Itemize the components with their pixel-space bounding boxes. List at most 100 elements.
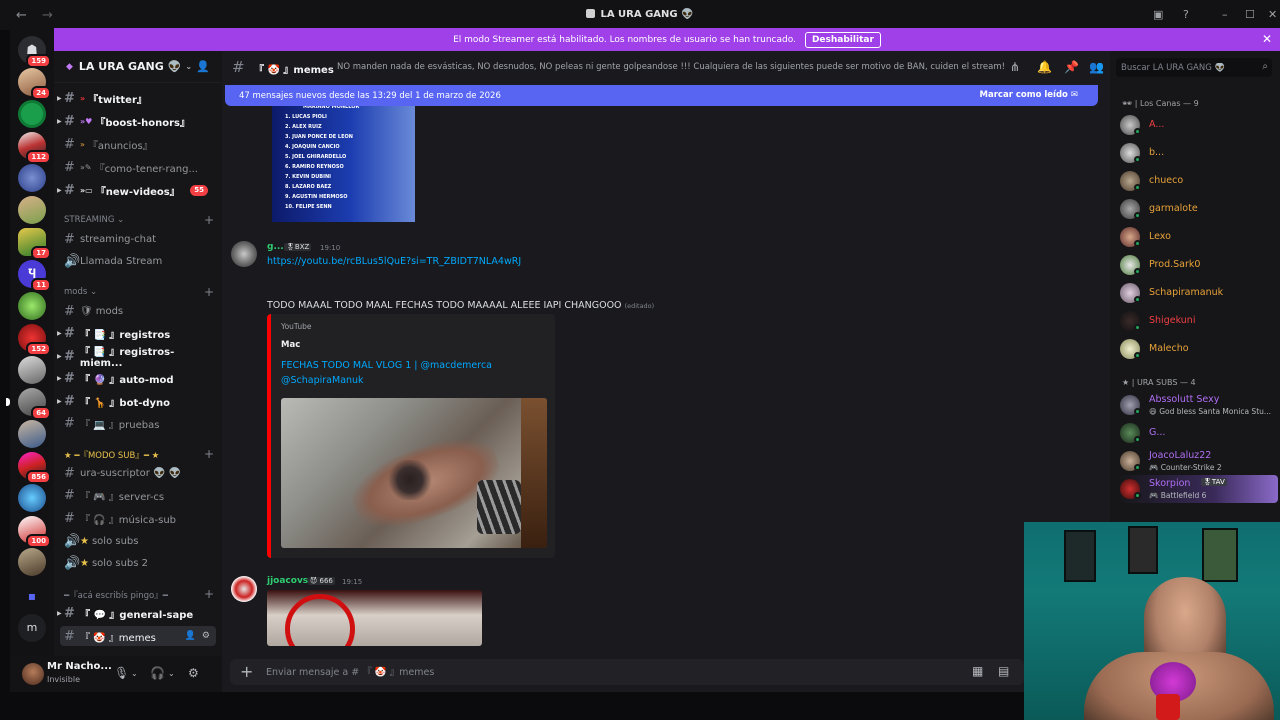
embed-provider[interactable]: YouTube — [281, 322, 312, 331]
bell-icon[interactable]: 🔔 — [1037, 60, 1052, 74]
minimize-icon[interactable]: – — [1222, 8, 1228, 21]
microphone-icon[interactable]: 🎙 — [114, 666, 129, 680]
server-avatar[interactable]: 100 — [18, 516, 51, 548]
voice-channel-solo-subs-2[interactable]: 🔊 ★ solo subs 2 — [60, 553, 216, 573]
member-item[interactable]: Skorpion 🎖TAV 🎮 Battlefield 6 — [1118, 475, 1278, 503]
member-item[interactable]: JoacoLaluz22 🎮 Counter-Strike 2 — [1118, 447, 1278, 475]
server-avatar[interactable]: 17 — [18, 228, 51, 260]
inbox-icon[interactable]: ▣ — [1153, 8, 1163, 21]
mark-as-read-button[interactable]: Marcar como leído ✉ — [980, 90, 1078, 100]
channel-mods[interactable]: # 🛡 mods — [60, 301, 216, 321]
disable-streamer-button[interactable]: Deshabilitar — [804, 31, 881, 48]
author-name[interactable]: g... — [267, 242, 284, 252]
member-item[interactable]: Shigekuni — [1118, 307, 1278, 335]
channel-memes[interactable]: # 『 🤡 』memes 👤 ⚙ — [60, 626, 216, 646]
server-avatar[interactable]: 152 — [18, 324, 51, 356]
chevron-down-icon[interactable]: ⌄ — [168, 669, 175, 678]
channel-registros-miembros[interactable]: ▶ # 『 📑 』registros-miem... — [57, 346, 216, 369]
channel-pruebas[interactable]: # 『 💻 』pruebas — [60, 413, 216, 433]
server-avatar[interactable] — [18, 164, 46, 192]
server-avatar[interactable] — [18, 356, 46, 384]
video-thumbnail[interactable] — [281, 398, 547, 548]
channel-server-cs[interactable]: # 『 🎮 』server-cs — [60, 485, 216, 505]
lineup-image[interactable]: MARIANO MONLLOR 1. LUCAS PIOLI 2. ALEX RUI… — [272, 106, 415, 222]
chevron-down-icon[interactable]: ⌄ — [131, 669, 138, 678]
embed-author[interactable]: Mac — [281, 340, 300, 350]
member-item[interactable]: Malecho — [1118, 335, 1278, 363]
channel-new-videos[interactable]: ▶ # »▭ 『new-videos』 55 — [57, 180, 216, 200]
server-avatar[interactable]: 856 — [18, 452, 51, 484]
add-channel-icon[interactable]: + — [204, 285, 214, 299]
attach-plus-icon[interactable]: + — [240, 662, 253, 681]
voice-channel-llamada-stream[interactable]: 🔊 Llamada Stream — [60, 251, 216, 271]
channel-como-tener-rango[interactable]: # »✎ 『como-tener-rang... — [60, 157, 216, 177]
server-avatar[interactable] — [18, 420, 46, 448]
category-modo-sub[interactable]: ★ ━『MODO SUB』━ ★ + — [64, 447, 214, 461]
voice-channel-solo-subs[interactable]: 🔊 ★ solo subs — [60, 531, 216, 551]
embed-title[interactable]: FECHAS TODO MAL VLOG 1 | @macdemerca @Sc… — [281, 358, 541, 388]
channel-ura-suscriptor[interactable]: # ura-suscriptor 👽 👽 — [60, 463, 216, 483]
server-avatar[interactable] — [18, 548, 46, 576]
add-channel-icon[interactable]: + — [204, 213, 214, 227]
member-item[interactable]: Abssolutt Sexy 😄 God bless Santa Monica S… — [1118, 391, 1278, 419]
search-input[interactable] — [1121, 60, 1251, 75]
member-item[interactable]: Schapiramanuk — [1118, 279, 1278, 307]
author-avatar[interactable] — [231, 576, 257, 602]
category-streaming[interactable]: STREAMING ⌄ + — [64, 213, 214, 227]
folder-icon[interactable]: ▪ — [18, 582, 46, 610]
channel-anuncios[interactable]: #» 『anuncios』 — [60, 134, 216, 154]
pin-icon[interactable]: 📌 — [1064, 60, 1079, 74]
help-icon[interactable]: ? — [1183, 8, 1189, 21]
gear-icon[interactable]: ⚙ — [202, 631, 210, 641]
server-avatar[interactable]: 112 — [18, 132, 51, 164]
channel-bot-dyno[interactable]: ▶ # 『 🦒 』bot-dyno — [57, 391, 216, 411]
gif-icon[interactable]: ▤ — [998, 664, 1009, 678]
member-list-icon[interactable]: 👥 — [1089, 60, 1104, 74]
close-window-icon[interactable]: ✕ — [1268, 8, 1277, 21]
server-avatar[interactable] — [18, 484, 46, 512]
member-item[interactable]: A... — [1118, 111, 1278, 139]
member-item[interactable]: Lexo — [1118, 223, 1278, 251]
direct-messages-icon[interactable]: ☗ 159 — [18, 36, 51, 68]
youtube-link[interactable]: https://youtu.be/rcBLus5lQuE?si=TR_ZBIDT… — [267, 256, 521, 267]
member-item[interactable]: chueco — [1118, 167, 1278, 195]
member-item[interactable]: Prod.Sark0 — [1118, 251, 1278, 279]
member-item[interactable]: G... — [1118, 419, 1278, 447]
add-channel-icon[interactable]: + — [204, 587, 214, 601]
channel-registros[interactable]: ▶ # 『 📑 』registros — [57, 323, 216, 343]
message-image[interactable] — [267, 590, 482, 646]
message-input[interactable] — [266, 663, 866, 681]
server-avatar[interactable] — [18, 196, 46, 224]
user-avatar[interactable] — [22, 663, 44, 685]
author-avatar[interactable] — [231, 241, 257, 267]
server-avatar[interactable]: 64 — [6, 388, 51, 420]
gear-icon[interactable]: ⚙ — [188, 666, 199, 680]
channel-musica-sub[interactable]: # 『 🎧 』música-sub — [60, 508, 216, 528]
channel-auto-mod[interactable]: ▶ # 『 🔮 』auto-mod — [57, 368, 216, 388]
channel-streaming-chat[interactable]: # streaming-chat — [60, 229, 216, 249]
invite-icon[interactable]: 👤 — [185, 631, 196, 641]
new-messages-bar[interactable]: 47 mensajes nuevos desde las 13:29 del 1… — [225, 85, 1098, 106]
add-channel-icon[interactable]: + — [204, 447, 214, 461]
server-avatar[interactable] — [18, 100, 46, 128]
channel-twitter[interactable]: ▶ #» 『twitter』 — [57, 88, 216, 108]
category-mods[interactable]: mods ⌄ + — [64, 285, 214, 299]
channel-topic[interactable]: NO manden nada de esvásticas, NO desnudo… — [337, 62, 1005, 72]
server-avatar[interactable]: 24 — [18, 68, 51, 100]
channel-general-sape[interactable]: ▶ # 『 💬 』general-sape — [57, 603, 216, 623]
gift-icon[interactable]: ▦ — [972, 664, 983, 678]
server-header[interactable]: ◆ LA URA GANG 👽 ⌄ 👤 — [54, 51, 222, 83]
category-aca-escribis[interactable]: ━『acá escribís pingo』━ + — [64, 587, 214, 601]
maximize-icon[interactable]: ☐ — [1245, 8, 1255, 21]
search-icon[interactable]: ⌕ — [1262, 61, 1268, 72]
member-item[interactable]: b... — [1118, 139, 1278, 167]
channel-boost-honors[interactable]: ▶ # »♥ 『boost-honors』 — [57, 111, 216, 131]
invite-people-icon[interactable]: 👤 — [196, 60, 210, 73]
server-avatar[interactable]: Ⴏ 11 — [18, 260, 51, 292]
author-name[interactable]: jjoacovs — [267, 576, 308, 586]
member-item[interactable]: garmalote — [1118, 195, 1278, 223]
headphones-icon[interactable]: 🎧 — [150, 666, 165, 680]
server-avatar[interactable] — [18, 292, 46, 320]
server-letter-icon[interactable]: m — [18, 614, 46, 642]
threads-icon[interactable]: ⋔ — [1010, 60, 1020, 74]
